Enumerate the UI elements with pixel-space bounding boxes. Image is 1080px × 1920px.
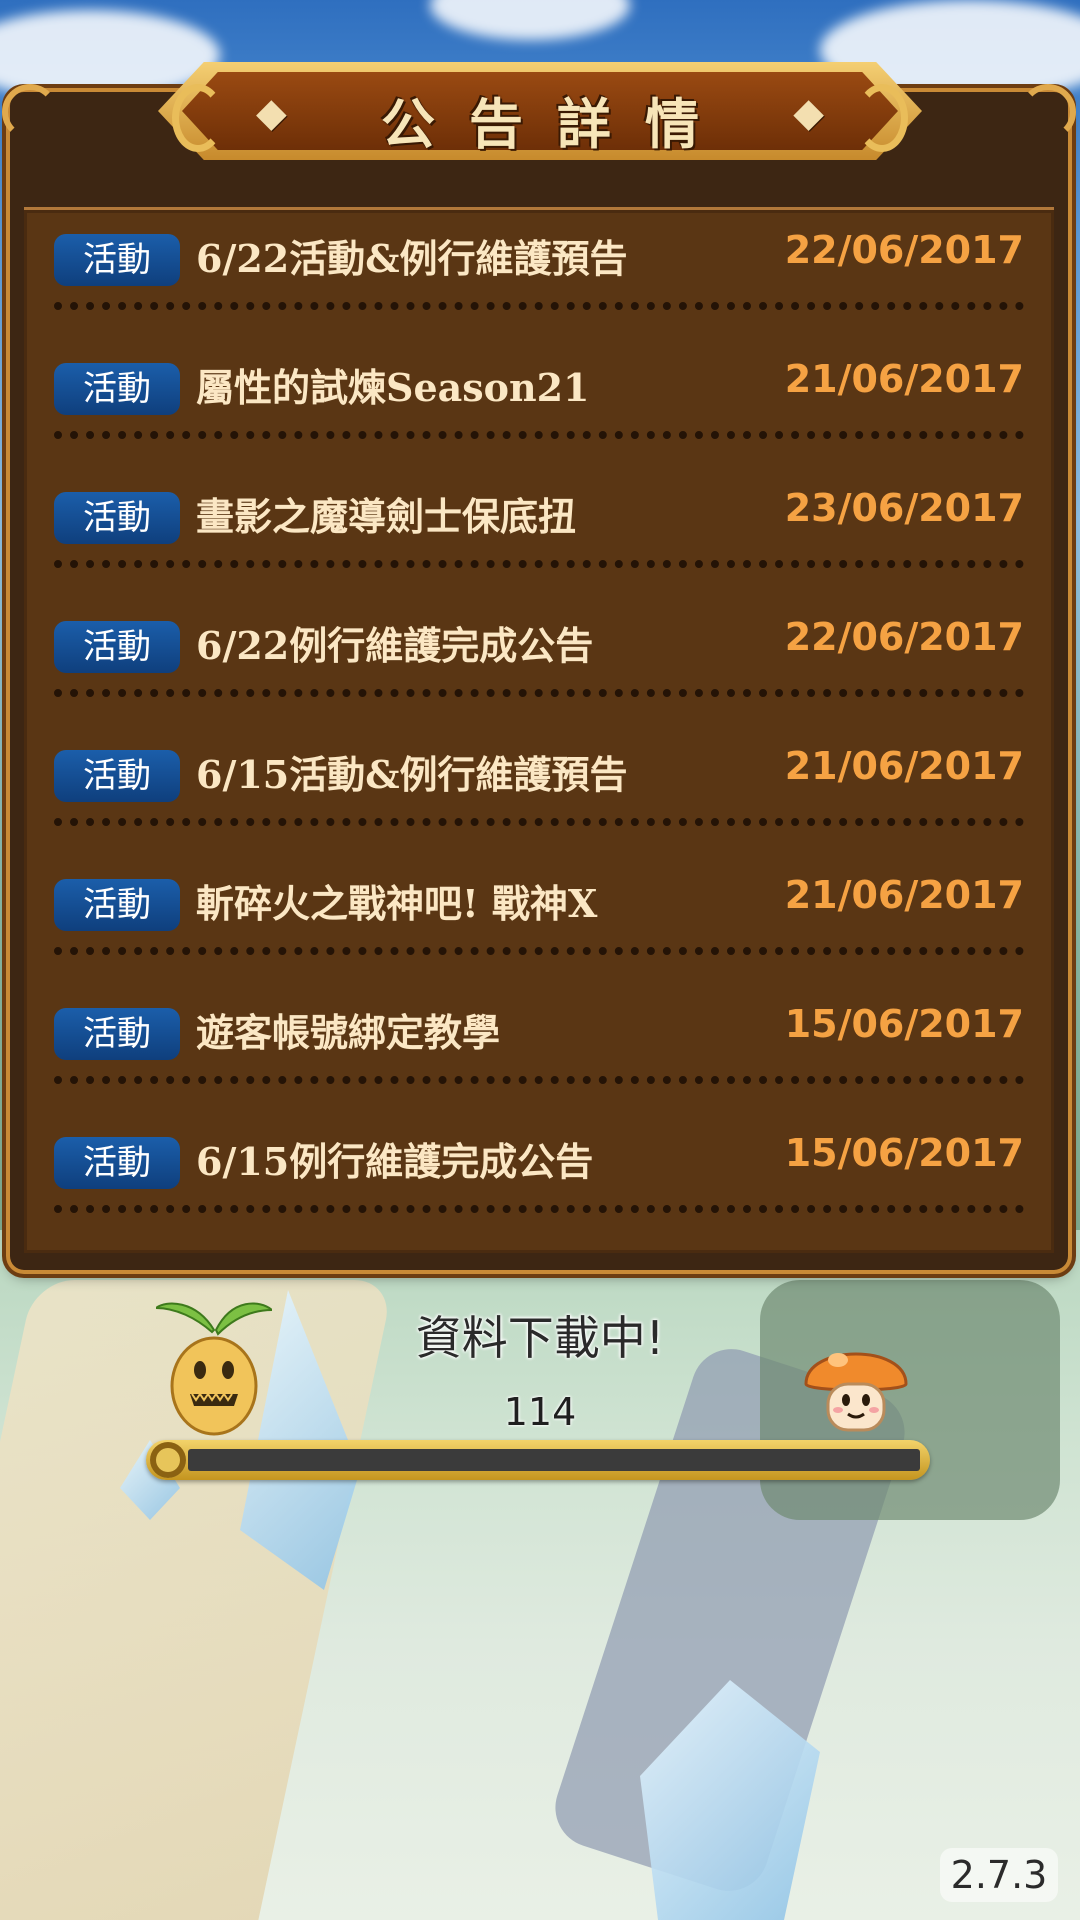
notice-row[interactable]: 活動 屬性的試煉Season21 21/06/2017 [54,345,1024,474]
dotted-divider [54,1076,1024,1084]
notice-row[interactable]: 活動 6/15活動&例行維護預告 21/06/2017 [54,732,1024,861]
notice-date: 23/06/2017 [784,486,1024,530]
notice-date: 15/06/2017 [784,1002,1024,1046]
category-badge: 活動 [54,879,180,931]
category-badge: 活動 [54,750,180,802]
dotted-divider [54,302,1024,310]
notice-title: 屬性的試煉Season21 [196,365,590,410]
panel-corner-ornament [2,84,58,140]
dotted-divider [54,689,1024,697]
dotted-divider [54,947,1024,955]
dotted-divider [54,431,1024,439]
version-label: 2.7.3 [940,1848,1058,1902]
notice-title: 6/15活動&例行維護預告 [196,752,628,797]
page-title: 公告詳情 [381,92,733,156]
category-badge: 活動 [54,1137,180,1189]
title-plate: ◆ ◆ 公告詳情 [158,62,922,160]
category-badge: 活動 [54,492,180,544]
dotted-divider [54,1205,1024,1213]
notice-title: 6/22活動&例行維護預告 [196,236,628,281]
category-badge: 活動 [54,234,180,286]
notice-title: 斬碎火之戰神吧! 戰神X [196,881,598,926]
notice-date: 22/06/2017 [784,228,1024,272]
category-badge: 活動 [54,621,180,673]
category-badge: 活動 [54,1008,180,1060]
notice-title: 遊客帳號綁定教學 [196,1010,501,1055]
notice-row[interactable]: 活動 6/22例行維護完成公告 22/06/2017 [54,603,1024,732]
notice-row[interactable]: 活動 斬碎火之戰神吧! 戰神X 21/06/2017 [54,861,1024,990]
download-progress-bar [146,1440,930,1480]
notice-date: 21/06/2017 [784,357,1024,401]
notice-date: 15/06/2017 [784,1131,1024,1175]
mushroom-character-icon [804,1352,908,1432]
category-badge: 活動 [54,363,180,415]
notice-row[interactable]: 活動 遊客帳號綁定教學 15/06/2017 [54,990,1024,1119]
notice-date: 22/06/2017 [784,615,1024,659]
notice-row[interactable]: 活動 6/22活動&例行維護預告 22/06/2017 [54,216,1024,345]
notice-title: 畫影之魔導劍士保底扭 [196,494,577,539]
progress-cap-icon [150,1442,186,1478]
panel-corner-ornament [1020,84,1076,140]
notice-date: 21/06/2017 [784,744,1024,788]
notice-row[interactable]: 活動 6/15例行維護完成公告 15/06/2017 [54,1119,1024,1248]
notice-title: 6/15例行維護完成公告 [196,1139,594,1184]
notice-title: 6/22例行維護完成公告 [196,623,594,668]
notice-date: 21/06/2017 [784,873,1024,917]
dotted-divider [54,818,1024,826]
mandrake-character-icon [156,1302,272,1436]
progress-track [188,1449,920,1471]
notice-row[interactable]: 活動 畫影之魔導劍士保底扭 23/06/2017 [54,474,1024,603]
dotted-divider [54,560,1024,568]
